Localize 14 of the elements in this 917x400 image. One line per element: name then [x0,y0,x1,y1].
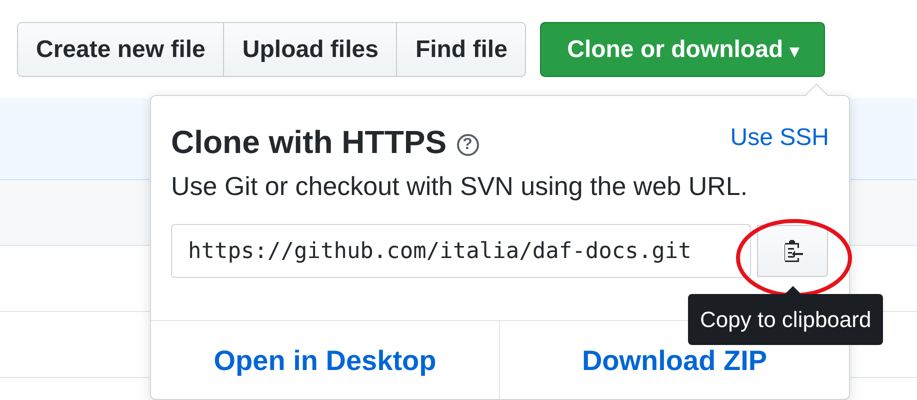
toolbar-button[interactable]: Upload files [223,22,398,77]
description-text: Use Git or checkout with SVN using the web URL. [171,171,749,202]
clone-button[interactable]: Clone or download ▾ [540,22,826,77]
toolbar-button[interactable]: Create new file [17,22,224,77]
use-ssh-link[interactable]: Use SSH [730,124,829,152]
popup-title: Clone with HTTPS [171,124,447,161]
popup-action-link[interactable]: Open in Desktop [151,321,500,399]
tooltip: Copy to clipboard [688,294,884,345]
clipboard-icon [782,239,804,263]
url-field[interactable]: https://github.com/italia/daf-docs.git [171,224,751,278]
toolbar-button[interactable]: Find file [396,22,526,77]
help-icon[interactable]: ? [456,134,479,156]
caret-icon: ▾ [790,40,799,60]
copy-button[interactable] [757,225,828,277]
